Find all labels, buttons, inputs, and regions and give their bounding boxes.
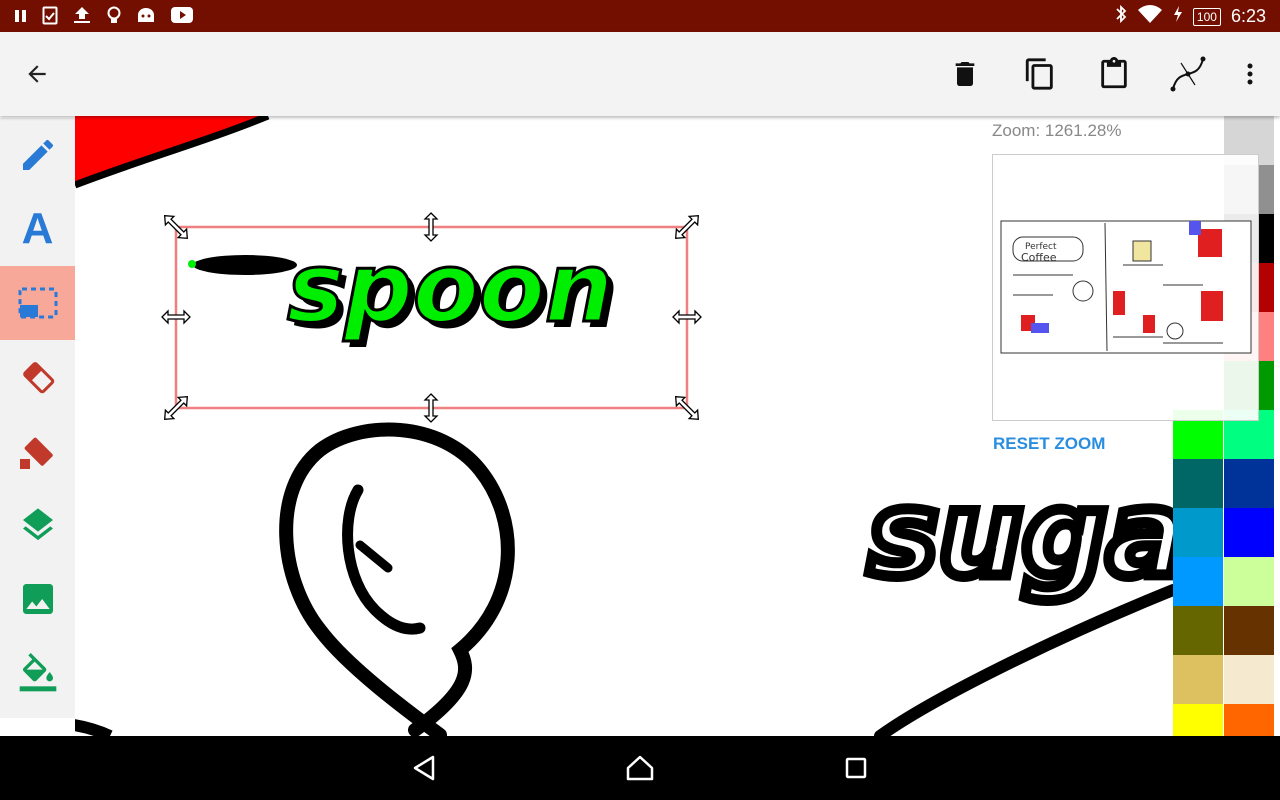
overflow-menu-button[interactable] [1230, 54, 1270, 94]
color-swatch[interactable] [1173, 704, 1223, 736]
color-swatch[interactable] [1224, 606, 1274, 655]
nav-back-button[interactable] [406, 750, 442, 786]
bluetooth-icon [1115, 4, 1127, 29]
back-arrow-icon [28, 65, 46, 83]
text-tool[interactable]: A [0, 192, 75, 266]
nav-recents-button[interactable] [838, 750, 874, 786]
paste-icon [1101, 57, 1127, 89]
battery-level: 100 [1192, 7, 1221, 26]
clipboard-check-icon [42, 5, 58, 29]
minimap-preview[interactable]: Perfect Coffee [992, 154, 1259, 421]
color-swatch[interactable] [1173, 459, 1223, 508]
eraser-tool[interactable] [0, 340, 75, 414]
tool-sidebar: A [0, 118, 75, 718]
layers-tool[interactable] [0, 488, 75, 562]
image-icon [22, 584, 53, 614]
clock: 6:23 [1230, 6, 1266, 26]
minimap-thumbnail: Perfect Coffee [1000, 220, 1252, 354]
color-swatch[interactable] [1224, 459, 1274, 508]
copy-icon [1025, 58, 1053, 90]
recents-icon [845, 757, 867, 779]
curve-tool-icon [1170, 56, 1206, 92]
color-swatch[interactable] [1224, 557, 1274, 606]
paste-button[interactable] [1094, 54, 1134, 94]
youtube-icon [170, 6, 194, 28]
color-swatch[interactable] [1224, 655, 1274, 704]
color-swatch[interactable] [1173, 655, 1223, 704]
color-swatch[interactable] [1173, 606, 1223, 655]
nav-home-button[interactable] [622, 750, 658, 786]
wifi-icon [1137, 4, 1163, 29]
svg-text:spoon: spoon [287, 232, 613, 344]
color-swatch[interactable] [1173, 557, 1223, 606]
top-toolbar [0, 32, 1280, 116]
status-bar: 100 6:23 [0, 0, 1280, 32]
more-vert-icon [1247, 63, 1253, 85]
selection-icon [18, 287, 57, 319]
pencil-tool[interactable] [0, 118, 75, 192]
eraser-fill-icon [19, 437, 53, 469]
home-icon [626, 755, 654, 781]
svg-text:sugar: sugar [868, 465, 1173, 603]
zoom-level-label: Zoom: 1261.28% [992, 121, 1122, 140]
charging-icon [1173, 5, 1183, 28]
pencil-icon [22, 139, 53, 170]
delete-button[interactable] [945, 54, 985, 94]
image-tool[interactable] [0, 562, 75, 636]
back-button[interactable] [17, 54, 57, 94]
fill-eraser-tool[interactable] [0, 414, 75, 488]
layers-icon [22, 508, 53, 541]
color-swatch[interactable] [1224, 704, 1274, 736]
upload-icon [72, 5, 92, 29]
back-triangle-icon [413, 755, 435, 781]
reset-zoom-button[interactable]: RESET ZOOM [993, 434, 1105, 454]
svg-text:Coffee: Coffee [1021, 251, 1057, 264]
pause-icon [14, 8, 28, 27]
text-icon: A [21, 204, 54, 253]
color-swatch[interactable] [1173, 508, 1223, 557]
lightbulb-icon [106, 5, 122, 29]
curve-tool-button[interactable] [1168, 54, 1208, 94]
select-tool[interactable] [0, 266, 75, 340]
fill-tool[interactable] [0, 636, 75, 710]
color-swatch[interactable] [1224, 508, 1274, 557]
system-nav-bar [0, 736, 1280, 800]
android-icon [136, 6, 156, 28]
copy-button[interactable] [1020, 54, 1060, 94]
eraser-icon [22, 362, 54, 394]
delete-icon [955, 62, 975, 86]
paint-bucket-icon [19, 653, 56, 692]
